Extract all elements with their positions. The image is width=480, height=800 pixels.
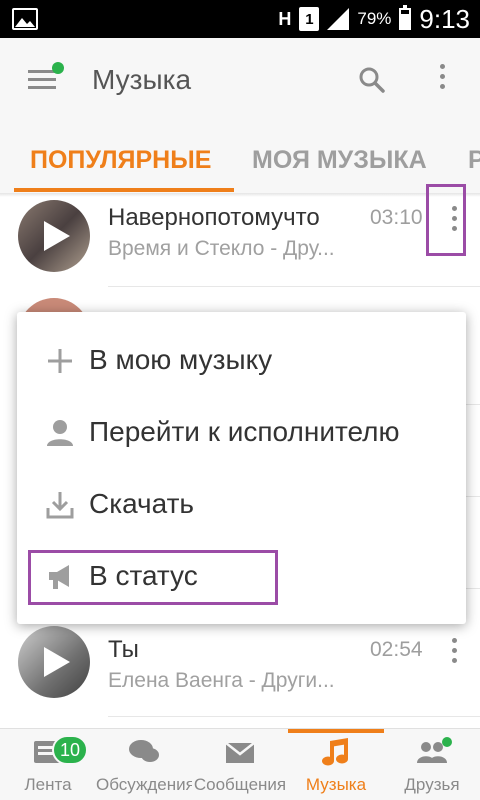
play-icon bbox=[44, 647, 70, 677]
sim-indicator: 1 bbox=[299, 7, 320, 31]
nav-label: Сообщения bbox=[193, 775, 287, 794]
toolbar: Музыка bbox=[0, 38, 480, 122]
menu-item-label: В мою музыку bbox=[89, 344, 273, 375]
track-row[interactable]: Ты Елена Ваенга - Други... 02:54 bbox=[0, 620, 480, 712]
signal-icon bbox=[327, 8, 350, 30]
nav-item-music[interactable]: Музыка bbox=[288, 729, 384, 800]
divider bbox=[108, 716, 480, 717]
nav-label: Лента bbox=[24, 775, 72, 794]
battery-icon bbox=[399, 5, 412, 30]
play-icon bbox=[44, 221, 70, 251]
page-title: Музыка bbox=[92, 64, 192, 95]
track-cover[interactable] bbox=[18, 200, 90, 272]
track-cover[interactable] bbox=[18, 626, 90, 698]
divider bbox=[108, 286, 480, 287]
notification-badge: 10 bbox=[52, 735, 89, 765]
nav-label: Музыка bbox=[305, 775, 367, 794]
tab-next[interactable]: Р bbox=[468, 146, 480, 175]
highlight-box bbox=[28, 550, 278, 605]
track-duration: 02:54 bbox=[370, 638, 423, 661]
track-artist: Елена Ваенга - Други... bbox=[108, 669, 335, 692]
status-bar: H 1 79% 9:13 bbox=[0, 0, 480, 38]
chat-icon bbox=[129, 740, 159, 762]
track-title: Ты bbox=[108, 636, 139, 663]
clock: 9:13 bbox=[419, 3, 470, 34]
mail-icon bbox=[225, 742, 255, 763]
image-icon bbox=[12, 8, 38, 30]
nav-item-friends[interactable]: Друзья bbox=[384, 729, 480, 800]
tab-popular[interactable]: ПОПУЛЯРНЫЕ bbox=[30, 146, 211, 175]
track-duration: 03:10 bbox=[370, 206, 423, 229]
track-row[interactable]: Навернопотомучто Время и Стекло - Дру...… bbox=[0, 190, 480, 282]
plus-icon bbox=[48, 349, 72, 373]
music-note-icon bbox=[322, 738, 348, 766]
menu-item-add-to-my-music[interactable]: В мою музыку bbox=[17, 324, 466, 396]
menu-item-label: Скачать bbox=[89, 488, 194, 519]
track-artist: Время и Стекло - Дру... bbox=[108, 237, 335, 260]
more-vertical-icon[interactable] bbox=[428, 64, 456, 94]
status-icons: H 1 79% 9:13 bbox=[278, 0, 470, 38]
track-title: Навернопотомучто bbox=[108, 204, 320, 231]
nav-item-feed[interactable]: 10 Лента bbox=[0, 729, 96, 800]
nav-label: Друзья bbox=[404, 775, 460, 794]
search-icon[interactable] bbox=[358, 66, 386, 94]
notification-dot bbox=[52, 62, 64, 74]
highlight-box bbox=[426, 184, 466, 256]
download-icon bbox=[46, 492, 74, 519]
menu-icon[interactable] bbox=[28, 62, 64, 90]
tab-bar: ПОПУЛЯРНЫЕ МОЯ МУЗЫКА Р bbox=[0, 122, 480, 194]
network-type: H bbox=[278, 8, 292, 29]
nav-item-messages[interactable]: Сообщения bbox=[192, 729, 288, 800]
bottom-navigation: 10 Лента Обсуждения Сообщения Музыка Дру… bbox=[0, 728, 480, 800]
menu-item-download[interactable]: Скачать bbox=[17, 468, 466, 540]
battery-percent: 79% bbox=[357, 9, 392, 28]
menu-item-label: Перейти к исполнителю bbox=[89, 416, 400, 447]
nav-item-discussions[interactable]: Обсуждения bbox=[96, 729, 192, 800]
person-icon bbox=[47, 420, 73, 446]
more-vertical-icon[interactable] bbox=[444, 638, 464, 668]
menu-item-go-to-artist[interactable]: Перейти к исполнителю bbox=[17, 396, 466, 468]
notification-dot bbox=[442, 737, 452, 747]
nav-label: Обсуждения bbox=[96, 775, 192, 794]
tab-my-music[interactable]: МОЯ МУЗЫКА bbox=[252, 146, 427, 175]
